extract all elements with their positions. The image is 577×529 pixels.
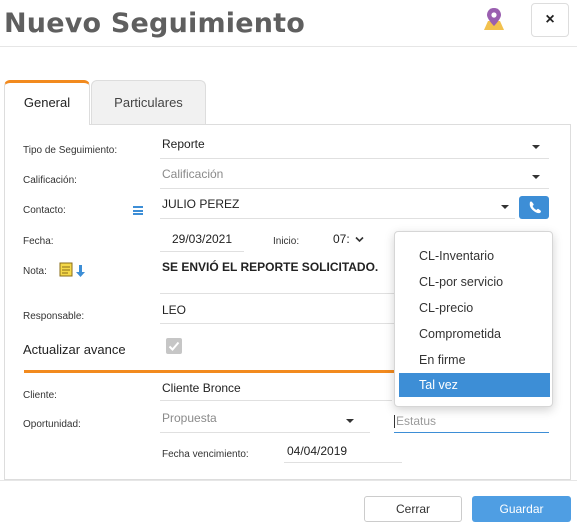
estatus-dropdown: CL-Inventario CL-por servicio CL-precio … <box>394 231 553 407</box>
responsable-label: Responsable: <box>23 311 85 322</box>
contacto-underline <box>160 218 515 219</box>
cliente-underline <box>160 400 392 401</box>
chevron-down-icon[interactable] <box>532 145 540 149</box>
calificacion-select[interactable]: Calificación <box>162 167 223 181</box>
chevron-down-icon[interactable] <box>532 175 540 179</box>
cliente-value[interactable]: Cliente Bronce <box>162 381 241 395</box>
close-button[interactable]: × <box>531 3 569 37</box>
actualizar-avance-label: Actualizar avance <box>23 342 126 357</box>
fecha-input[interactable]: 29/03/2021 <box>160 228 244 252</box>
tipo-select-value[interactable]: Reporte <box>162 137 205 151</box>
calificacion-label: Calificación: <box>23 175 77 186</box>
header-divider <box>0 46 577 47</box>
estatus-input[interactable]: Estatus <box>394 411 549 433</box>
actualizar-avance-checkbox[interactable] <box>166 338 182 354</box>
tab-particulares[interactable]: Particulares <box>91 80 206 124</box>
map-pin-icon[interactable] <box>482 6 506 32</box>
cancel-button[interactable]: Cerrar <box>364 496 462 522</box>
dropdown-option[interactable]: En firme <box>399 348 550 372</box>
tipo-label: Tipo de Seguimiento: <box>23 145 118 156</box>
tipo-underline <box>160 158 549 159</box>
phone-icon <box>529 201 541 214</box>
checkmark-icon <box>168 341 180 351</box>
oportunidad-underline <box>160 432 370 433</box>
nota-label: Nota: <box>23 266 47 277</box>
vencimiento-value[interactable]: 04/04/2019 <box>287 444 347 458</box>
dropdown-option[interactable]: CL-por servicio <box>399 270 550 294</box>
note-icon[interactable] <box>59 262 89 278</box>
estatus-placeholder: Estatus <box>396 414 437 428</box>
dropdown-option[interactable]: CL-Inventario <box>399 244 550 268</box>
tab-general[interactable]: General <box>4 80 90 125</box>
inicio-label: Inicio: <box>273 236 300 247</box>
fecha-label: Fecha: <box>23 236 54 247</box>
list-icon[interactable] <box>133 206 143 215</box>
nota-value[interactable]: SE ENVIÓ EL REPORTE SOLICITADO. <box>162 260 378 274</box>
inicio-value: 07: <box>333 232 350 246</box>
calificacion-underline <box>160 188 549 189</box>
inicio-time-select[interactable]: 07: <box>325 228 373 252</box>
chevron-down-icon <box>355 237 364 243</box>
dropdown-option[interactable]: Comprometida <box>399 322 550 346</box>
save-button[interactable]: Guardar <box>472 496 571 522</box>
dropdown-option-selected[interactable]: Tal vez <box>399 373 550 397</box>
footer-divider <box>0 480 577 481</box>
chevron-down-icon[interactable] <box>346 419 354 423</box>
text-cursor <box>394 415 395 429</box>
cliente-label: Cliente: <box>23 390 57 401</box>
chevron-down-icon[interactable] <box>501 205 509 209</box>
vencimiento-underline <box>284 462 402 463</box>
dropdown-option[interactable]: CL-precio <box>399 296 550 320</box>
contacto-label: Contacto: <box>23 205 66 216</box>
vencimiento-label: Fecha vencimiento: <box>162 449 249 460</box>
responsable-value[interactable]: LEO <box>162 303 186 317</box>
oportunidad-select[interactable]: Propuesta <box>162 411 217 425</box>
section-divider <box>24 370 398 373</box>
contacto-select-value[interactable]: JULIO PEREZ <box>162 197 239 211</box>
dialog-title: Nuevo Seguimiento <box>4 8 306 39</box>
call-button[interactable] <box>519 196 549 219</box>
oportunidad-label: Oportunidad: <box>23 419 81 430</box>
